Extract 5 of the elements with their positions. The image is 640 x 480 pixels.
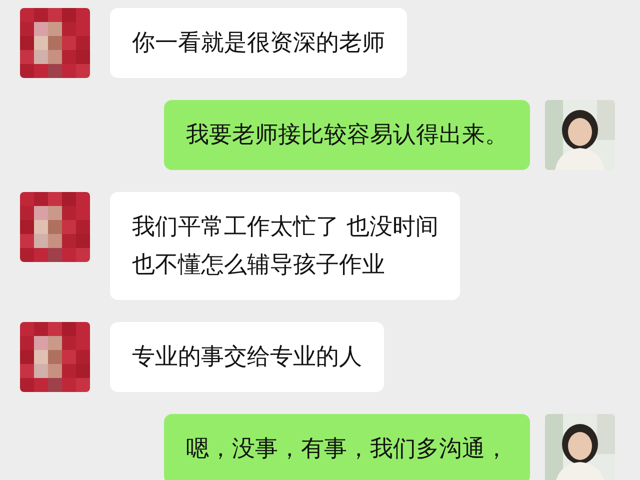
message-text: 你一看就是很资深的老师 [132, 29, 385, 58]
message-text: 嗯，没事，有事，我们多沟通， [186, 435, 508, 464]
message-text: 我要老师接比较容易认得出来。 [186, 121, 508, 150]
message-text: 专业的事交给专业的人 [132, 343, 362, 372]
message-text: 我们平常工作太忙了 也没时间 也不懂怎么辅导孩子作业 [132, 213, 438, 280]
